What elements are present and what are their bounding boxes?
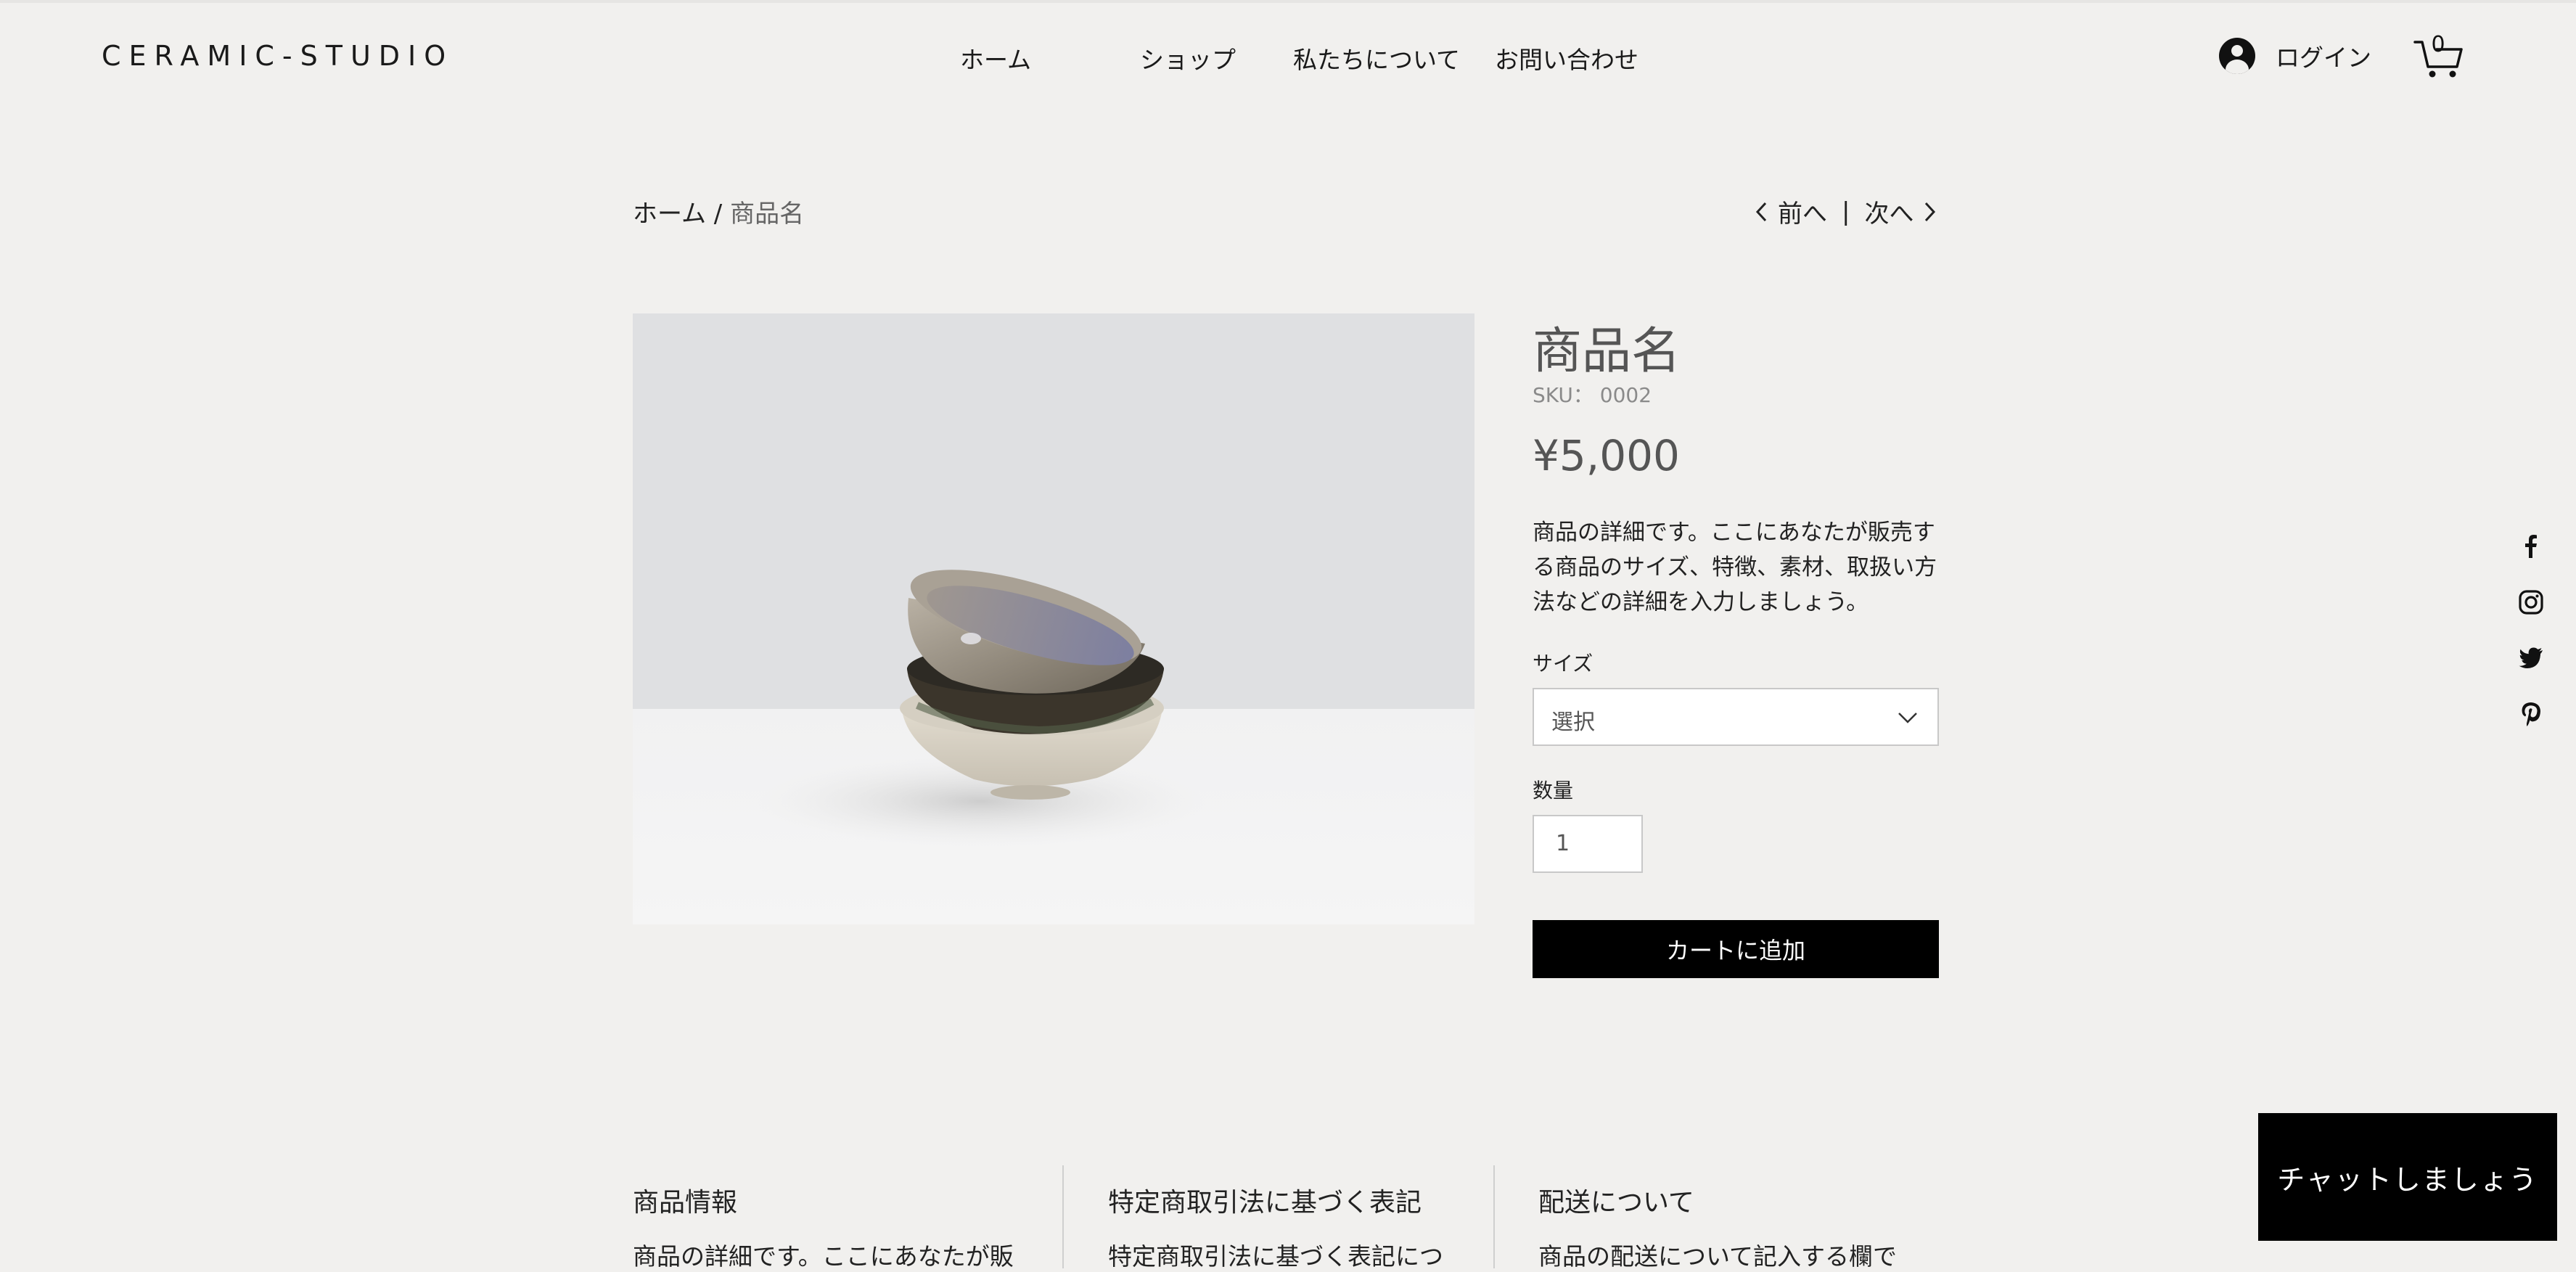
prev-label: 前へ xyxy=(1778,200,1827,229)
next-link[interactable]: 次へ xyxy=(1864,194,1937,229)
section-shipping-body: 商品の配送について記入する欄で xyxy=(1538,1242,1898,1271)
product-pager: 前へ | 次へ xyxy=(1755,194,1937,229)
chat-button[interactable]: チャットしましょう xyxy=(2258,1113,2557,1241)
instagram-icon xyxy=(2519,590,2543,615)
quantity-label: 数量 xyxy=(1533,779,1574,803)
size-label: サイズ xyxy=(1533,652,1593,676)
quantity-input[interactable]: 1 xyxy=(1533,815,1643,873)
section-legal-title[interactable]: 特定商取引法に基づく表記 xyxy=(1108,1181,1422,1219)
pinterest-icon xyxy=(2522,702,2540,726)
facebook-link[interactable] xyxy=(2518,533,2544,559)
size-dropdown-value: 選択 xyxy=(1551,710,1595,735)
section-product-info-body: 商品の詳細です。ここにあなたが販 xyxy=(633,1242,1014,1271)
section-shipping-title[interactable]: 配送について xyxy=(1538,1181,1694,1219)
breadcrumb: ホーム / 商品名 xyxy=(633,194,804,229)
pinterest-link[interactable] xyxy=(2518,701,2544,727)
section-product-info-title[interactable]: 商品情報 xyxy=(633,1181,737,1219)
twitter-link[interactable] xyxy=(2518,645,2544,671)
pager-divider: | xyxy=(1842,197,1850,226)
login-label: ログイン xyxy=(2276,44,2371,72)
login-button[interactable]: ログイン xyxy=(2219,38,2371,74)
breadcrumb-home[interactable]: ホーム xyxy=(633,200,706,229)
chevron-down-icon xyxy=(1898,713,1917,723)
chevron-right-icon xyxy=(1925,202,1936,221)
breadcrumb-separator: / xyxy=(713,200,723,229)
next-label: 次へ xyxy=(1864,200,1914,229)
nav-shop[interactable]: ショップ xyxy=(1140,41,1236,75)
site-logo[interactable]: CERAMIC-STUDIO xyxy=(102,40,454,72)
nav-contact[interactable]: お問い合わせ xyxy=(1495,41,1638,75)
user-avatar-icon xyxy=(2219,38,2255,74)
ceramic-bowls-photo xyxy=(633,313,1474,924)
product-title: 商品名 xyxy=(1533,323,1681,380)
chevron-left-icon xyxy=(1755,202,1767,221)
product-description: 商品の詳細です。ここにあなたが販売する商品のサイズ、特徴、素材、取扱い方法などの… xyxy=(1533,520,1937,615)
prev-link[interactable]: 前へ xyxy=(1755,194,1827,229)
section-legal-body: 特定商取引法に基づく表記につ xyxy=(1108,1242,1443,1271)
cart-count: 0 xyxy=(2431,32,2445,57)
product-price: ¥5,000 xyxy=(1533,431,1680,480)
section-divider xyxy=(1062,1165,1064,1268)
section-divider xyxy=(1493,1165,1495,1268)
quantity-value: 1 xyxy=(1556,831,1570,856)
breadcrumb-current: 商品名 xyxy=(730,200,805,229)
nav-home[interactable]: ホーム xyxy=(960,41,1031,75)
add-to-cart-button[interactable]: カートに追加 xyxy=(1533,920,1939,978)
twitter-icon xyxy=(2519,647,2543,668)
top-border xyxy=(0,0,2576,3)
size-dropdown[interactable]: 選択 xyxy=(1533,688,1939,746)
nav-about[interactable]: 私たちについて xyxy=(1293,41,1460,75)
product-sku: SKU： 0002 xyxy=(1533,383,1652,407)
facebook-icon xyxy=(2525,535,2537,558)
product-image[interactable] xyxy=(633,313,1474,924)
instagram-link[interactable] xyxy=(2518,589,2544,615)
cart-button[interactable]: 0 xyxy=(2413,29,2464,80)
